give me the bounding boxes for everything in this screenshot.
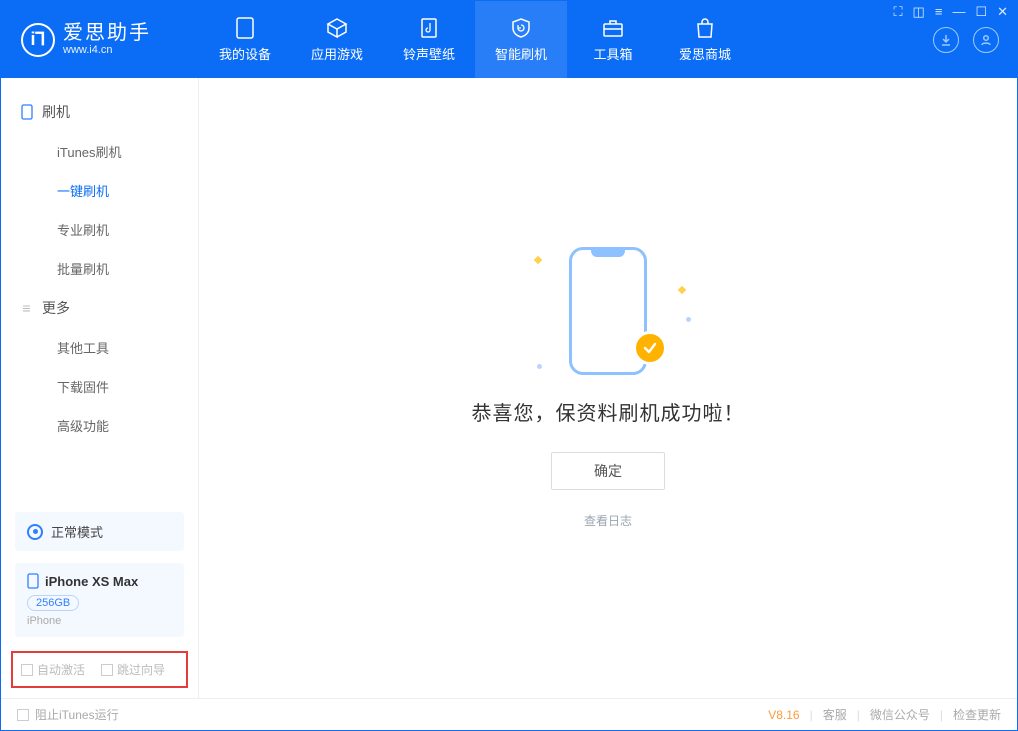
logo: iꓶ 爱思助手 www.i4.cn bbox=[1, 1, 199, 78]
sidebar-group-flash: 刷机 bbox=[1, 92, 198, 132]
app-subtitle: www.i4.cn bbox=[63, 44, 151, 56]
sidebar-item-oneclick-flash[interactable]: 一键刷机 bbox=[1, 171, 198, 210]
app-title: 爱思助手 bbox=[63, 22, 151, 44]
checkbox-icon bbox=[17, 709, 29, 721]
tab-apps[interactable]: 应用游戏 bbox=[291, 1, 383, 78]
list-icon: ≡ bbox=[19, 301, 34, 316]
sidebar-item-download-fw[interactable]: 下载固件 bbox=[1, 367, 198, 406]
tab-ringtone[interactable]: 铃声壁纸 bbox=[383, 1, 475, 78]
options-box-highlighted: 自动激活 跳过向导 bbox=[11, 651, 188, 688]
device-name: iPhone XS Max bbox=[45, 574, 138, 589]
confirm-button[interactable]: 确定 bbox=[551, 452, 665, 490]
view-log-link[interactable]: 查看日志 bbox=[584, 512, 632, 529]
maximize-button[interactable]: ☐ bbox=[975, 4, 987, 20]
header-tabs: 我的设备 应用游戏 铃声壁纸 智能刷机 工具箱 爱思商城 bbox=[199, 1, 933, 78]
body: 刷机 iTunes刷机 一键刷机 专业刷机 批量刷机 ≡ 更多 其他工具 下载固… bbox=[1, 78, 1017, 698]
checkbox-label: 阻止iTunes运行 bbox=[35, 706, 119, 723]
close-button[interactable]: ✕ bbox=[997, 4, 1008, 20]
header: ⛶ ◫ ≡ — ☐ ✕ iꓶ 爱思助手 www.i4.cn 我的设备 应用游戏 … bbox=[1, 1, 1017, 78]
toolbox-icon bbox=[601, 16, 625, 40]
device-box[interactable]: iPhone XS Max 256GB iPhone bbox=[15, 563, 184, 637]
device-phone-icon bbox=[27, 573, 39, 589]
download-button[interactable] bbox=[933, 27, 959, 53]
checkbox-icon bbox=[101, 664, 113, 676]
checkbox-icon bbox=[21, 664, 33, 676]
tab-toolbox[interactable]: 工具箱 bbox=[567, 1, 659, 78]
sidebar-item-advanced[interactable]: 高级功能 bbox=[1, 406, 198, 445]
success-message: 恭喜您，保资料刷机成功啦！ bbox=[472, 397, 745, 426]
checkbox-skip-guide[interactable]: 跳过向导 bbox=[101, 661, 165, 678]
version-label: V8.16 bbox=[768, 708, 799, 722]
skin-icon[interactable]: ◫ bbox=[913, 4, 925, 20]
bag-icon bbox=[693, 16, 717, 40]
main-content: 恭喜您，保资料刷机成功啦！ 确定 查看日志 bbox=[199, 78, 1017, 698]
tab-flash[interactable]: 智能刷机 bbox=[475, 1, 567, 78]
sidebar-item-batch-flash[interactable]: 批量刷机 bbox=[1, 249, 198, 288]
tab-label: 工具箱 bbox=[593, 44, 632, 63]
mode-label: 正常模式 bbox=[51, 522, 103, 541]
qr-icon[interactable]: ⛶ bbox=[893, 4, 902, 20]
tab-my-device[interactable]: 我的设备 bbox=[199, 1, 291, 78]
footer: 阻止iTunes运行 V8.16 | 客服 | 微信公众号 | 检查更新 bbox=[1, 698, 1017, 730]
tab-label: 应用游戏 bbox=[311, 44, 363, 63]
device-type: iPhone bbox=[27, 615, 172, 627]
checkbox-label: 跳过向导 bbox=[117, 661, 165, 678]
cube-icon bbox=[325, 16, 349, 40]
sidebar-group-more: ≡ 更多 bbox=[1, 288, 198, 328]
tab-label: 智能刷机 bbox=[495, 44, 547, 63]
footer-link-support[interactable]: 客服 bbox=[823, 706, 847, 723]
tab-store[interactable]: 爱思商城 bbox=[659, 1, 751, 78]
phone-icon bbox=[19, 105, 34, 120]
logo-icon: iꓶ bbox=[21, 23, 55, 57]
tab-label: 我的设备 bbox=[219, 44, 271, 63]
tab-label: 铃声壁纸 bbox=[403, 44, 455, 63]
user-button[interactable] bbox=[973, 27, 999, 53]
mode-box[interactable]: 正常模式 bbox=[15, 512, 184, 551]
window-controls: ⛶ ◫ ≡ — ☐ ✕ bbox=[893, 4, 1008, 20]
sidebar-item-itunes-flash[interactable]: iTunes刷机 bbox=[1, 132, 198, 171]
device-icon bbox=[233, 16, 257, 40]
shield-refresh-icon bbox=[509, 16, 533, 40]
checkbox-block-itunes[interactable]: 阻止iTunes运行 bbox=[17, 706, 119, 723]
menu-icon[interactable]: ≡ bbox=[935, 4, 943, 20]
sidebar-item-pro-flash[interactable]: 专业刷机 bbox=[1, 210, 198, 249]
checkbox-auto-activate[interactable]: 自动激活 bbox=[21, 661, 85, 678]
minimize-button[interactable]: — bbox=[952, 4, 965, 20]
mode-indicator-icon bbox=[27, 524, 43, 540]
tab-label: 爱思商城 bbox=[679, 44, 731, 63]
music-icon bbox=[417, 16, 441, 40]
sidebar-group-title: 刷机 bbox=[42, 102, 70, 122]
checkbox-label: 自动激活 bbox=[37, 661, 85, 678]
sidebar-group-title: 更多 bbox=[42, 298, 70, 318]
success-illustration bbox=[553, 247, 663, 377]
device-capacity: 256GB bbox=[27, 595, 79, 611]
sidebar-item-other-tools[interactable]: 其他工具 bbox=[1, 328, 198, 367]
check-badge-icon bbox=[633, 331, 667, 365]
sidebar: 刷机 iTunes刷机 一键刷机 专业刷机 批量刷机 ≡ 更多 其他工具 下载固… bbox=[1, 78, 199, 698]
footer-link-wechat[interactable]: 微信公众号 bbox=[870, 706, 930, 723]
footer-link-update[interactable]: 检查更新 bbox=[953, 706, 1001, 723]
